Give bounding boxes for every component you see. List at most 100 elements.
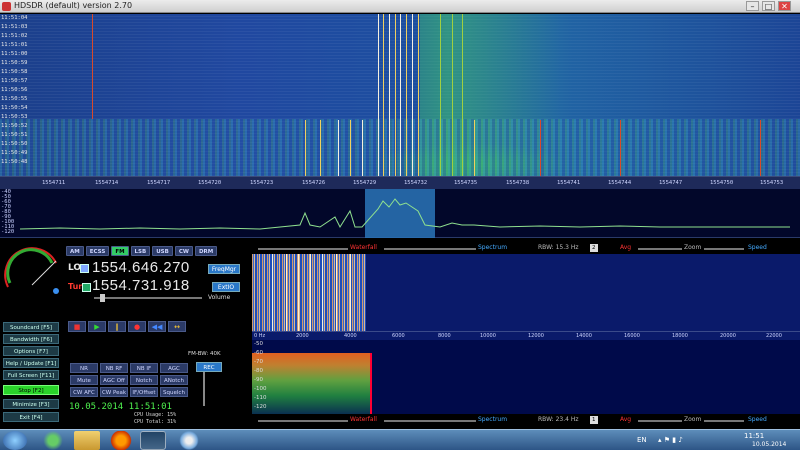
af-tick: 0 Hz [254, 333, 266, 339]
extio-button[interactable]: ExtIO [212, 282, 240, 292]
af-tick: 4000 [344, 333, 357, 339]
freqmgr-button[interactable]: FreqMgr [208, 264, 240, 274]
play-button[interactable]: ▶ [88, 321, 106, 332]
firefox-icon[interactable] [108, 431, 134, 450]
avg-slider[interactable] [638, 248, 682, 250]
minimize-button[interactable]: – [746, 1, 759, 11]
main-waterfall[interactable] [0, 14, 800, 176]
stop-button[interactable]: ■ [68, 321, 86, 332]
bandwidth-button[interactable]: Bandwidth [F6] [3, 334, 59, 344]
timestamp: 11:50:54 [1, 105, 28, 111]
freq-tick: 1554747 [659, 180, 683, 186]
exit-button[interactable]: Exit [F4] [3, 412, 59, 422]
af-avg-slider[interactable] [638, 420, 682, 422]
timestamp: 11:50:58 [1, 69, 28, 75]
af-avg-label: Avg [620, 416, 632, 423]
squelch-button[interactable]: Squelch [160, 387, 188, 397]
mode-cw-button[interactable]: CW [174, 246, 193, 256]
rf-spectrum[interactable]: -40 -50 -60 -70 -80 -90 -100 -110 -120 [0, 189, 800, 238]
nb-rf-button[interactable]: NB RF [100, 363, 128, 373]
notch-button[interactable]: Notch [130, 375, 158, 385]
af-zoom-slider[interactable] [704, 420, 744, 422]
close-button[interactable]: ✕ [778, 1, 791, 11]
squelch-slider[interactable] [203, 372, 205, 406]
timestamp: 11:50:52 [1, 123, 28, 129]
rec-button[interactable]: REC [196, 362, 222, 372]
freq-tick: 1554750 [710, 180, 734, 186]
af-speed-label: Speed [748, 416, 767, 423]
mode-usb-button[interactable]: USB [152, 246, 173, 256]
af-tick: 22000 [766, 333, 782, 339]
timestamp: 11:51:00 [1, 51, 28, 57]
lo-frequency[interactable]: 1554.646.270 [92, 259, 190, 276]
waterfall-slider[interactable] [258, 248, 348, 250]
af-db-label: -90 [254, 377, 263, 383]
clock-time[interactable]: 11:51 [744, 432, 764, 440]
speed-label: Speed [748, 244, 767, 251]
volume-knob[interactable] [100, 294, 105, 302]
options-button[interactable]: Options [F7] [3, 346, 59, 356]
af-db-label: -60 [254, 350, 263, 356]
af-tick: 20000 [720, 333, 736, 339]
cpu-total: CPU Total: 31% [134, 419, 177, 425]
af-waterfall[interactable] [252, 254, 800, 331]
soundcard-button[interactable]: Soundcard [F5] [3, 322, 59, 332]
cw-peak-button[interactable]: CW Peak [100, 387, 128, 397]
zoom-slider[interactable] [704, 248, 744, 250]
hdsdr-taskbar-icon[interactable] [140, 431, 166, 450]
nr-button[interactable]: NR [70, 363, 98, 373]
mute-button[interactable]: Mute [70, 375, 98, 385]
app-icon [2, 2, 11, 11]
zoom-label: Zoom [684, 244, 702, 251]
tune-frequency[interactable]: 1554.731.918 [92, 277, 190, 294]
help-update-button[interactable]: Help / Update [F1] [3, 358, 59, 368]
utorrent-icon[interactable] [40, 431, 66, 450]
start-button[interactable] [3, 431, 27, 450]
datetime-display: 10.05.2014 11:51:01 [69, 402, 172, 412]
tune-lock-toggle[interactable] [82, 283, 91, 292]
explorer-icon[interactable] [74, 431, 100, 450]
freq-tick: 1554723 [250, 180, 274, 186]
maximize-button[interactable]: □ [762, 1, 775, 11]
freq-tick: 1554753 [760, 180, 784, 186]
af-avg-select[interactable]: 1 [590, 416, 598, 424]
frequency-scale[interactable]: 1554711 1554714 1554717 1554720 1554723 … [0, 176, 800, 189]
agc-off-button[interactable]: AGC Off [100, 375, 128, 385]
tray-icons[interactable]: ▴ ⚑ ▮ ♪ [658, 436, 683, 444]
anotch-button[interactable]: ANotch [160, 375, 188, 385]
af-waterfall-slider[interactable] [258, 420, 348, 422]
stop-f2-button[interactable]: Stop [F2] [3, 385, 59, 395]
spectrum-slider[interactable] [384, 248, 476, 250]
timestamp: 11:50:50 [1, 141, 28, 147]
minimize-f3-button[interactable]: Minimize [F3] [3, 399, 59, 409]
mode-fm-button[interactable]: FM [111, 246, 129, 256]
af-rbw-label: RBW: 23.4 Hz [538, 416, 579, 423]
language-indicator[interactable]: EN [637, 436, 647, 444]
af-tick: 6000 [392, 333, 405, 339]
if-offset-button[interactable]: IF/Offset [130, 387, 158, 397]
nb-if-button[interactable]: NB IF [130, 363, 158, 373]
volume-slider[interactable] [94, 297, 202, 299]
af-spectrum-slider[interactable] [384, 420, 476, 422]
freq-tick: 1554732 [404, 180, 428, 186]
full-screen-button[interactable]: Full Screen [F11] [3, 370, 59, 380]
freq-tick: 1554711 [42, 180, 66, 186]
clock-date[interactable]: 10.05.2014 [752, 441, 786, 448]
mode-lsb-button[interactable]: LSB [130, 246, 151, 256]
rewind-button[interactable]: ◀◀ [148, 321, 166, 332]
freq-tick: 1554735 [454, 180, 478, 186]
cw-afc-button[interactable]: CW AFC [70, 387, 98, 397]
mode-ecss-button[interactable]: ECSS [85, 246, 110, 256]
mode-drm-button[interactable]: DRM [194, 246, 218, 256]
agc-button[interactable]: AGC [160, 363, 188, 373]
waterfall-label: Waterfall [350, 244, 377, 251]
avg-select[interactable]: 2 [590, 244, 598, 252]
paint-icon[interactable] [176, 431, 202, 450]
af-spectrum[interactable]: -50 -60 -70 -80 -90 -100 -110 -120 [252, 340, 800, 414]
lo-lock-toggle[interactable] [80, 264, 89, 273]
af-db-label: -80 [254, 368, 263, 374]
mode-am-button[interactable]: AM [66, 246, 84, 256]
loop-button[interactable]: ↔ [168, 321, 186, 332]
record-button[interactable]: ● [128, 321, 146, 332]
pause-button[interactable]: ‖ [108, 321, 126, 332]
